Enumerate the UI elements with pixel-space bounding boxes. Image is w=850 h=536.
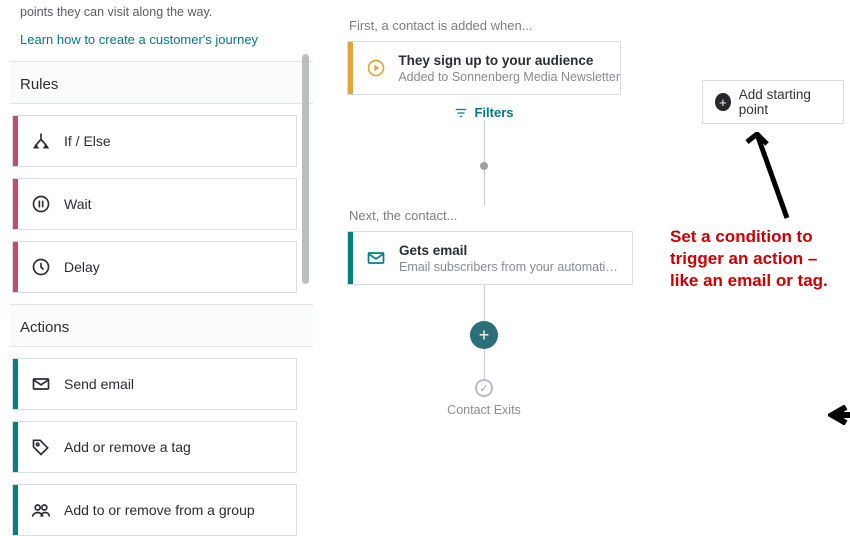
rule-label: Delay xyxy=(64,259,100,275)
filters-icon xyxy=(454,106,468,120)
rule-label: Wait xyxy=(64,196,91,212)
connector-line xyxy=(484,170,485,206)
clock-icon xyxy=(18,257,64,277)
sidebar-scrollbar[interactable] xyxy=(302,54,309,284)
action-node[interactable]: Gets email Email subscribers from your a… xyxy=(347,231,633,285)
annotation-text: Set a condition to trigger an action – l… xyxy=(670,226,842,292)
check-icon: ✓ xyxy=(479,382,488,395)
action-label: Add to or remove from a group xyxy=(64,502,255,518)
start-node-title: They sign up to your audience xyxy=(398,53,620,68)
action-node-title: Gets email xyxy=(399,243,624,258)
connector xyxy=(347,120,621,206)
action-item-send-email[interactable]: Send email xyxy=(12,358,297,410)
group-icon xyxy=(18,500,64,520)
connector-line xyxy=(484,285,485,321)
action-item-tag[interactable]: Add or remove a tag xyxy=(12,421,297,473)
action-label: Add or remove a tag xyxy=(64,439,191,455)
action-item-group[interactable]: Add to or remove from a group xyxy=(12,484,297,536)
add-start-label: Add starting point xyxy=(739,87,831,117)
rule-label: If / Else xyxy=(64,133,111,149)
start-node-sub: Added to Sonnenberg Media Newsletter xyxy=(398,70,620,84)
envelope-icon xyxy=(353,232,399,284)
exit-icon: ✓ xyxy=(475,379,493,397)
split-icon xyxy=(18,131,64,151)
sidebar: points they can visit along the way. Lea… xyxy=(0,0,313,531)
action-label: Send email xyxy=(64,376,134,392)
tag-icon xyxy=(18,437,64,457)
filters-button[interactable]: Filters xyxy=(347,105,621,120)
annotation-arrow-icon xyxy=(828,405,850,425)
plus-icon: + xyxy=(479,325,490,346)
play-icon xyxy=(353,42,398,94)
start-caption: First, a contact is added when... xyxy=(349,18,836,33)
add-starting-point-button[interactable]: + Add starting point xyxy=(702,80,844,124)
plus-icon: + xyxy=(715,93,731,111)
start-node[interactable]: They sign up to your audience Added to S… xyxy=(347,41,621,95)
annotation-arrow-icon xyxy=(745,132,800,224)
learn-link[interactable]: Learn how to create a customer's journey xyxy=(10,26,313,61)
rule-item-wait[interactable]: Wait xyxy=(12,178,297,230)
connector-line xyxy=(484,349,485,379)
action-node-sub: Email subscribers from your automation .… xyxy=(399,260,624,274)
rule-item-if-else[interactable]: If / Else xyxy=(12,115,297,167)
exit-label: Contact Exits xyxy=(447,403,521,417)
rules-heading: Rules xyxy=(10,61,313,104)
envelope-icon xyxy=(18,374,64,394)
sidebar-intro: points they can visit along the way. xyxy=(10,0,313,26)
filters-label: Filters xyxy=(474,105,513,120)
connector-dot xyxy=(480,162,488,170)
journey-canvas: First, a contact is added when... They s… xyxy=(313,0,850,531)
connector-line xyxy=(484,120,485,162)
connector: + ✓ Contact Exits xyxy=(347,285,621,417)
pause-icon xyxy=(18,194,64,214)
rule-item-delay[interactable]: Delay xyxy=(12,241,297,293)
actions-heading: Actions xyxy=(10,304,313,347)
add-action-button[interactable]: + xyxy=(470,321,498,349)
